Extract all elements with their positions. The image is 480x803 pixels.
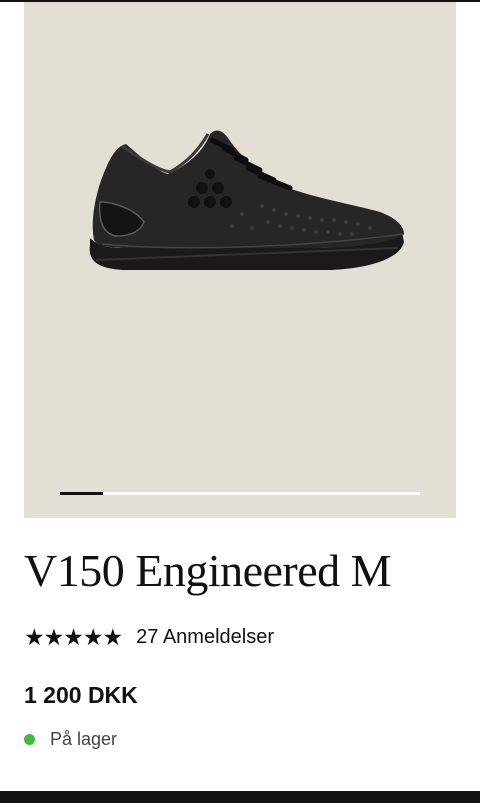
star-icon: ★	[24, 624, 45, 650]
product-image-gallery[interactable]	[24, 2, 456, 518]
product-title: V150 Engineered M	[24, 545, 392, 596]
running-shoe-icon	[89, 130, 405, 270]
star-icon: ★	[43, 624, 65, 650]
stock-indicator-dot	[24, 734, 35, 745]
star-icon: ★	[82, 624, 104, 650]
gallery-progress-indicator	[60, 492, 104, 495]
stock-status: På lager	[24, 729, 117, 750]
review-count-link[interactable]: 27 Anmeldelser	[136, 626, 274, 649]
star-icon: ★	[102, 624, 124, 650]
product-price: 1 200 DKK	[24, 682, 138, 708]
stock-label: På lager	[50, 729, 118, 749]
bottom-edge-bar	[0, 791, 480, 803]
product-rating[interactable]: ★ ★ ★ ★ ★ 27 Anmeldelser	[24, 623, 274, 651]
rating-stars: ★ ★ ★ ★ ★	[24, 623, 124, 651]
gallery-progress-track[interactable]	[60, 492, 420, 495]
star-icon: ★	[63, 624, 84, 650]
